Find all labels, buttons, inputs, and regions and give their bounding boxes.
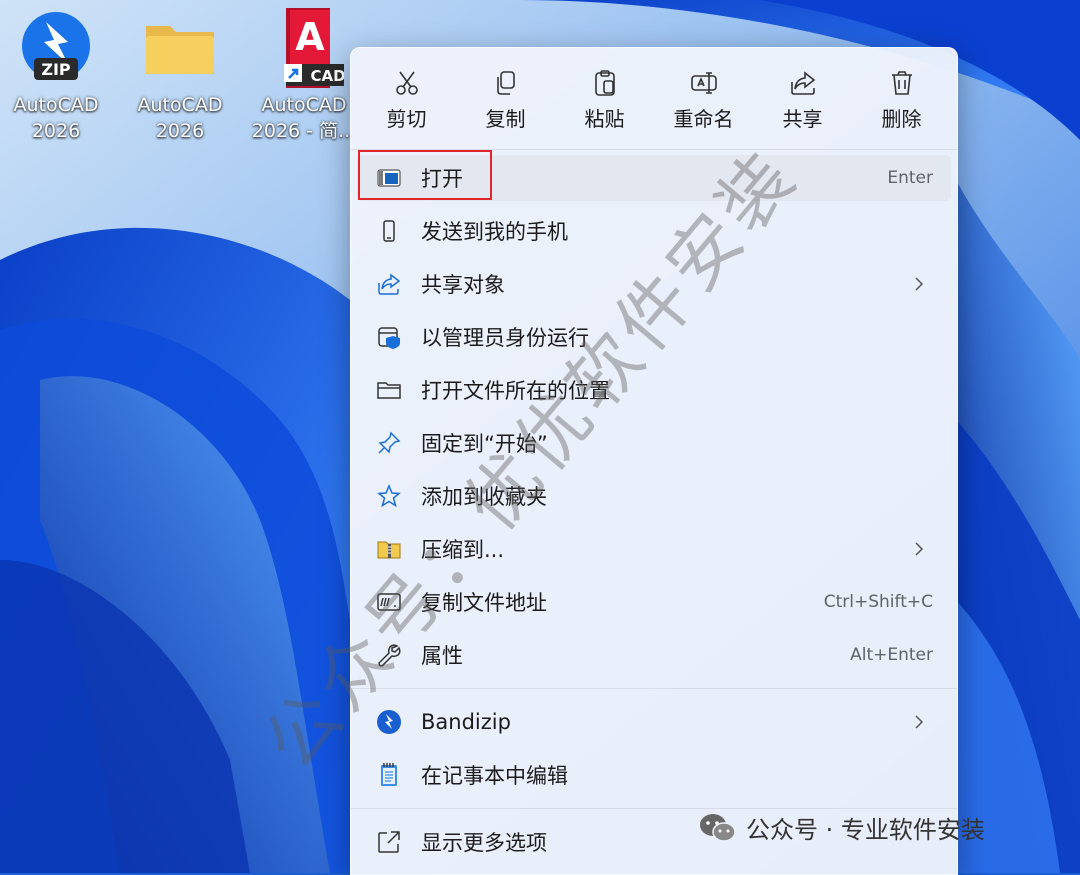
menu-item-bandizip[interactable]: Bandizip: [357, 699, 951, 745]
menu-item-run-as-admin[interactable]: 以管理员身份运行: [357, 314, 951, 360]
menu-item-add-to-favorites[interactable]: 添加到收藏夹: [357, 473, 951, 519]
desktop-icon-label: AutoCAD 2026: [137, 94, 223, 142]
menu-item-edit-in-notepad[interactable]: 在记事本中编辑: [357, 752, 951, 798]
paste-icon: [594, 70, 615, 96]
more-options-icon: [375, 828, 403, 856]
share-button[interactable]: 共享: [753, 62, 852, 140]
menu-item-show-more-options[interactable]: 显示更多选项: [357, 819, 951, 865]
open-window-icon: [375, 164, 403, 192]
copy-button[interactable]: 复制: [456, 62, 555, 140]
menu-item-compress-to[interactable]: 压缩到...: [357, 526, 951, 572]
rename-icon: [690, 72, 717, 94]
cut-button[interactable]: 剪切: [357, 62, 456, 140]
menu-item-share-with[interactable]: 共享对象: [357, 261, 951, 307]
menu-item-open-file-location[interactable]: 打开文件所在的位置: [357, 367, 951, 413]
share-icon: [790, 71, 815, 95]
svg-text:ZIP: ZIP: [41, 60, 71, 79]
chevron-right-icon: [915, 542, 924, 556]
shortcut-text: Ctrl+Shift+C: [823, 592, 933, 612]
archive-icon: [375, 535, 403, 563]
menu-item-open[interactable]: 打开 Enter: [357, 155, 951, 201]
desktop-icon-autocad-shortcut[interactable]: A CAD AutoCAD 2026 - 简...: [244, 8, 364, 144]
desktop-icon-label: AutoCAD 2026 - 简...: [251, 94, 357, 142]
folder-icon: [375, 376, 403, 404]
separator: [351, 808, 957, 809]
trash-icon: [891, 71, 912, 95]
star-icon: [375, 482, 403, 510]
copy-icon: [496, 71, 515, 95]
notepad-icon: [375, 761, 403, 789]
rename-button[interactable]: 重命名: [654, 62, 753, 140]
wrench-icon: [375, 641, 403, 669]
chevron-right-icon: [915, 715, 924, 729]
desktop-icon-autocad-folder[interactable]: AutoCAD 2026: [120, 8, 240, 144]
menu-item-pin-to-start[interactable]: 固定到“开始”: [357, 420, 951, 466]
delete-button[interactable]: 删除: [852, 62, 951, 140]
context-menu-toolbar: 剪切 复制 粘贴 重命名 共享 删除: [357, 62, 951, 140]
separator: [351, 149, 957, 150]
svg-text:CAD: CAD: [310, 67, 344, 85]
admin-shield-icon: [375, 323, 403, 351]
context-menu: 剪切 复制 粘贴 重命名 共享 删除 打开 Enter 发送到我的手机 共享对象…: [350, 47, 958, 875]
shortcut-text: Alt+Enter: [850, 645, 933, 665]
chevron-right-icon: [915, 277, 924, 291]
phone-icon: [375, 217, 403, 245]
desktop-icon-autocad-zip[interactable]: ZIP AutoCAD 2026: [0, 8, 116, 144]
shortcut-text: Enter: [887, 168, 933, 188]
pin-icon: [375, 429, 403, 457]
share-icon: [375, 270, 403, 298]
autocad-shortcut-icon: A CAD: [264, 8, 346, 88]
separator: [351, 688, 957, 689]
menu-item-copy-as-path[interactable]: 复制文件地址 Ctrl+Shift+C: [357, 579, 951, 625]
svg-text:A: A: [295, 15, 325, 59]
menu-item-properties[interactable]: 属性 Alt+Enter: [357, 632, 951, 678]
scissors-icon: [395, 71, 418, 95]
bandizip-zip-icon: ZIP: [16, 8, 96, 88]
paste-button[interactable]: 粘贴: [555, 62, 654, 140]
menu-item-send-to-phone[interactable]: 发送到我的手机: [357, 208, 951, 254]
folder-icon: [140, 8, 220, 88]
bandizip-icon: [375, 708, 403, 736]
copy-path-icon: [375, 588, 403, 616]
desktop-icon-label: AutoCAD 2026: [13, 94, 99, 142]
